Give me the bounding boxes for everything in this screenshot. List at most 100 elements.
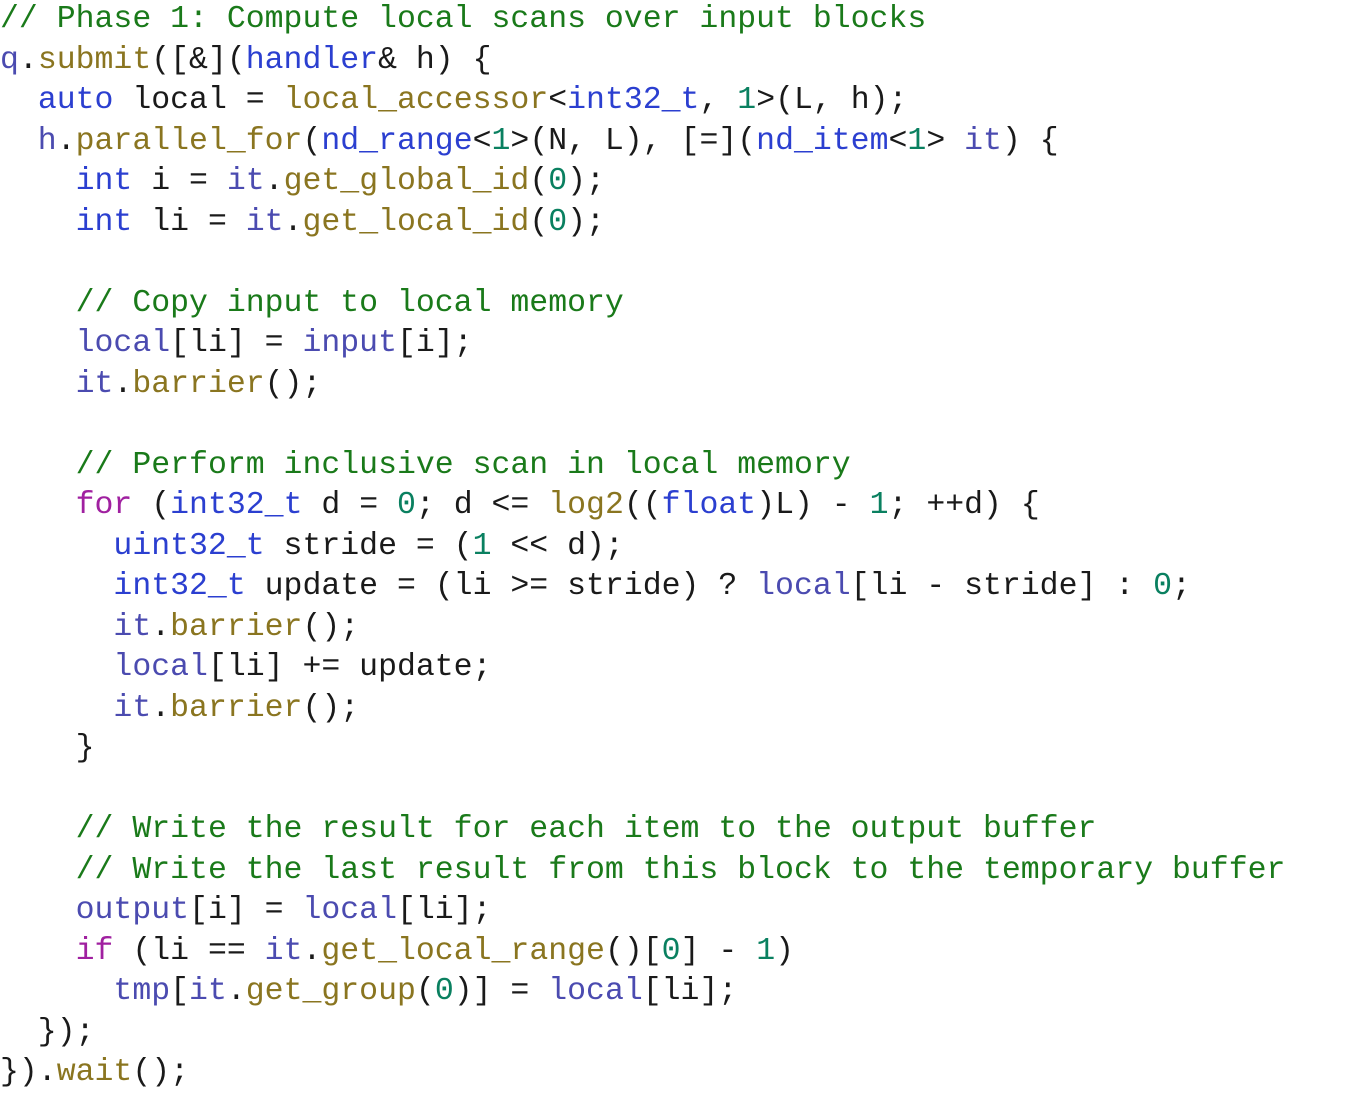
code-token-pl: (); <box>132 1055 190 1090</box>
code-token-cmt: // Phase 1: Compute local scans over inp… <box>0 2 927 37</box>
code-token-pl: < <box>888 123 908 159</box>
code-token-ctl: if <box>75 933 114 969</box>
code-line: q.submit([&](handler& h) { <box>0 41 1363 82</box>
code-token-id: local <box>548 974 643 1009</box>
code-line: // Write the result for each item to the… <box>0 810 1363 851</box>
code-token-pl: local = <box>113 83 284 118</box>
code-token-num: 0 <box>397 488 416 523</box>
code-line: tmp[it.get_group(0)] = local[li]; <box>0 972 1363 1013</box>
code-token-fn: get_group <box>245 974 416 1009</box>
code-line: it.barrier(); <box>0 689 1363 730</box>
code-token-fn: get_local_range <box>321 933 605 969</box>
code-token-pl: (); <box>302 609 360 645</box>
code-token-pl: , <box>699 83 738 118</box>
code-token-pl: . <box>264 164 284 199</box>
code-token-pl: ) <box>775 933 794 969</box>
code-token-id: output <box>75 893 190 928</box>
code-line: if (li == it.get_local_range()[0] - 1) <box>0 932 1363 973</box>
code-token-pl: }); <box>0 1014 95 1050</box>
code-token-kw: auto <box>37 83 114 118</box>
code-token-num: 0 <box>1153 569 1173 604</box>
code-token-pl: ( <box>529 164 549 199</box>
code-token-pl: (); <box>302 690 360 726</box>
code-token-id: local <box>756 569 851 604</box>
code-line: h.parallel_for(nd_range<1>(N, L), [=](nd… <box>0 122 1363 163</box>
code-token-pl: . <box>18 42 38 78</box>
code-token-pl: )L) - <box>756 488 870 523</box>
code-token-pl: [i] = <box>189 893 303 928</box>
code-token-num: 1 <box>472 528 492 564</box>
code-line: local[li] += update; <box>0 648 1363 689</box>
code-token-pl: > <box>926 123 965 159</box>
code-token-pl: < <box>472 123 492 159</box>
code-token-pl: i = <box>132 164 227 199</box>
code-token-pl: stride = ( <box>264 528 473 564</box>
code-token-pl: >(L, h); <box>756 83 908 118</box>
code-line: output[i] = local[li]; <box>0 891 1363 932</box>
code-line: auto local = local_accessor<int32_t, 1>(… <box>0 81 1363 122</box>
code-token-id: it <box>226 164 265 199</box>
code-token-kw: int <box>75 204 133 240</box>
code-line: it.barrier(); <box>0 608 1363 649</box>
code-line: } <box>0 729 1363 770</box>
code-token-pl: & h) { <box>378 42 492 78</box>
code-token-pl: )] = <box>453 974 549 1009</box>
code-token-pl: (( <box>623 488 662 523</box>
code-token-num: 1 <box>907 123 927 159</box>
code-token-cmt: // Write the result for each item to the… <box>75 812 1097 847</box>
code-token-pl: ()[ <box>604 933 662 969</box>
code-token-id: h <box>0 123 57 159</box>
code-token-num: 1 <box>756 933 776 969</box>
code-token-pl: [li]; <box>642 974 738 1009</box>
code-token-pl: ); <box>567 164 605 199</box>
code-token-pl: . <box>151 609 171 645</box>
code-token-cmt: // Write the last result from this block… <box>75 852 1286 888</box>
code-token-id: it <box>189 974 227 1009</box>
code-line: // Write the last result from this block… <box>0 851 1363 892</box>
code-line: // Copy input to local memory <box>0 284 1363 325</box>
code-line: }); <box>0 1013 1363 1054</box>
code-token-fn: get_local_id <box>302 204 530 240</box>
code-token-num: 1 <box>737 83 757 118</box>
code-line: uint32_t stride = (1 << d); <box>0 527 1363 568</box>
code-token-pl: [li - stride] : <box>850 569 1154 604</box>
code-token-id: input <box>302 326 397 361</box>
code-token-pl: [li]; <box>396 893 492 928</box>
code-token-id: it <box>75 366 114 402</box>
code-token-kw: int32_t <box>170 488 303 523</box>
code-token-fn: parallel_for <box>75 123 303 159</box>
code-token-cmt: // Perform inclusive scan in local memor… <box>75 447 851 483</box>
code-token-pl: ); <box>567 204 605 240</box>
code-token-pl: ] - <box>680 933 757 969</box>
code-token-pl: [li] += update; <box>207 650 492 685</box>
code-token-num: 1 <box>491 123 511 159</box>
code-token-id: it <box>113 690 152 726</box>
code-token-pl: }). <box>0 1055 57 1090</box>
code-token-num: 0 <box>661 933 681 969</box>
code-token-fn: wait <box>56 1055 133 1090</box>
code-token-id: it <box>264 933 303 969</box>
code-token-kw: int32_t <box>113 569 246 604</box>
code-token-fn: submit <box>37 42 152 78</box>
code-token-pl: ; d <= <box>415 488 549 523</box>
code-token-num: 1 <box>869 488 889 523</box>
code-token-num: 0 <box>548 204 568 240</box>
code-token-cmt: // Copy input to local memory <box>75 285 624 321</box>
code-token-num: 0 <box>548 164 568 199</box>
code-token-fn: local_accessor <box>283 83 549 118</box>
code-token-pl: ([&]( <box>151 42 246 78</box>
code-token-id: local <box>75 326 171 361</box>
